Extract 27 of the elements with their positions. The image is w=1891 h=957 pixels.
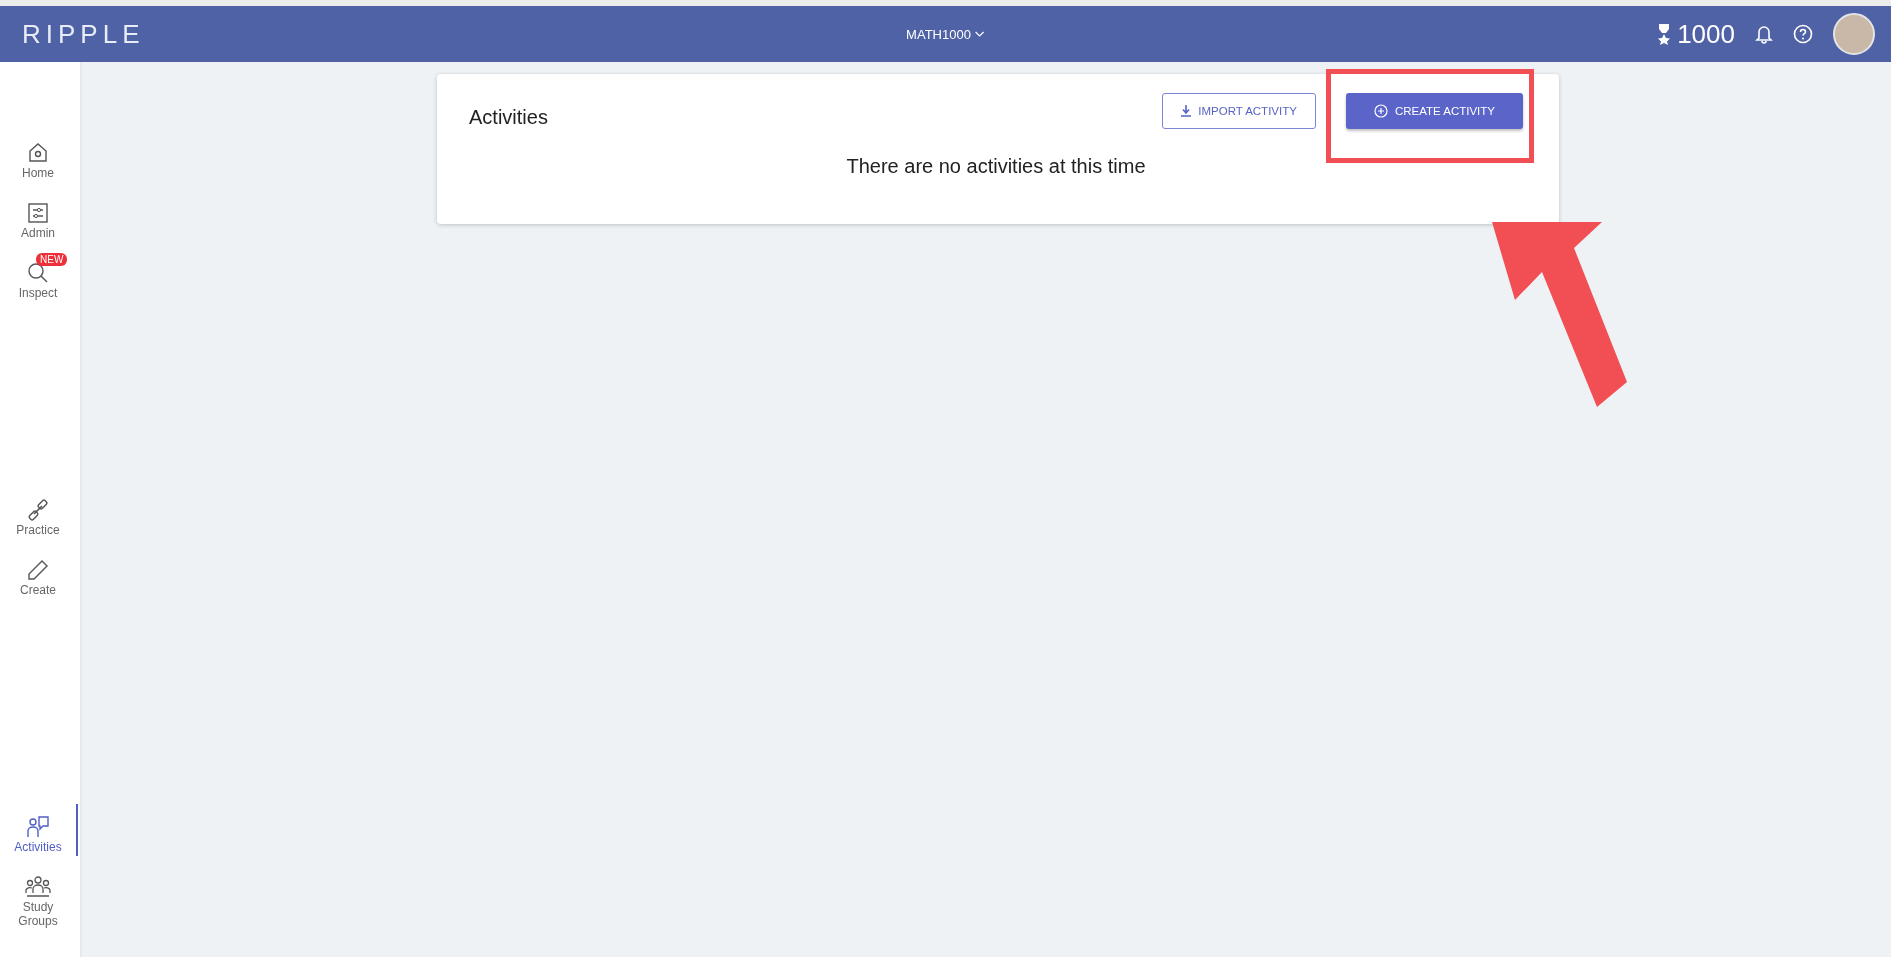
- sidebar-item[interactable]: Admin: [6, 190, 70, 242]
- magnifier-icon: [26, 261, 50, 285]
- empty-message: There are no activities at this time: [845, 155, 1147, 178]
- points-count: 1000: [1677, 18, 1735, 50]
- card-title: Activities: [469, 106, 548, 129]
- home-icon: [26, 141, 50, 165]
- sidebar-item[interactable]: Study Groups: [6, 864, 70, 930]
- import-button[interactable]: IMPORT ACTIVITY: [1162, 92, 1316, 129]
- sidebar-item[interactable]: Practice: [6, 487, 70, 539]
- new-badge: NEW: [36, 253, 68, 266]
- sidebar-item[interactable]: Create: [6, 547, 70, 599]
- bell-icon[interactable]: [1755, 24, 1773, 44]
- chevron-down-icon: [974, 30, 985, 38]
- course-selector[interactable]: MATH1000: [900, 25, 991, 43]
- avatar[interactable]: [1833, 13, 1875, 55]
- create-button[interactable]: CREATE ACTIVITY: [1345, 92, 1523, 129]
- sliders-icon: [26, 201, 50, 225]
- pencil-icon: [26, 558, 50, 582]
- person-question-icon: [26, 815, 50, 839]
- sidebar-item[interactable]: NEW Inspect: [6, 250, 70, 302]
- download-icon: [1181, 104, 1192, 117]
- plus-circle-icon: [1373, 103, 1388, 118]
- help-icon[interactable]: [1793, 24, 1813, 44]
- logo-text: RIPPLE: [22, 18, 145, 50]
- group-icon: [25, 875, 51, 899]
- medal-icon: [1657, 23, 1672, 45]
- sidebar-item[interactable]: Home: [6, 130, 70, 182]
